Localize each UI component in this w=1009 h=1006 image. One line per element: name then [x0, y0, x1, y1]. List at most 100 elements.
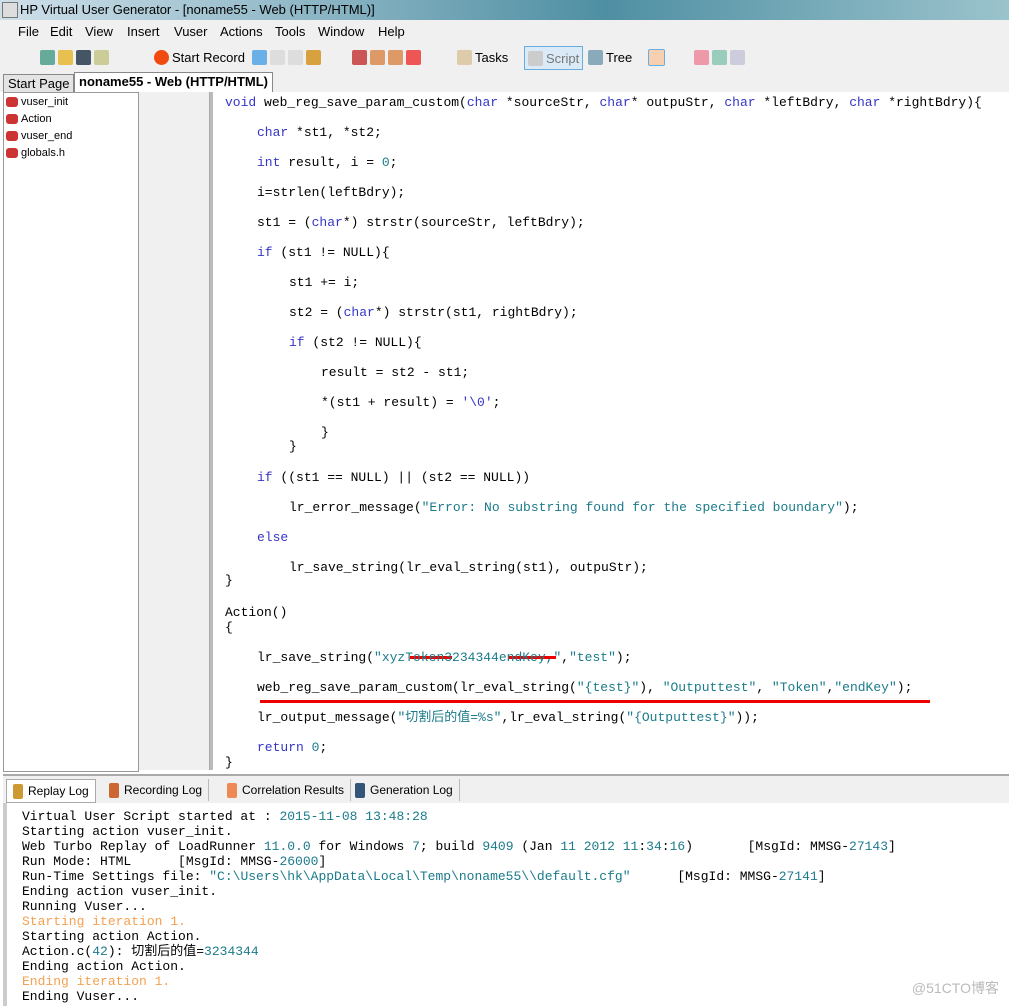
log-line: Ending iteration 1.: [22, 974, 170, 989]
menu-view[interactable]: View: [85, 24, 113, 39]
tab-recording-log[interactable]: Recording Log: [103, 779, 210, 801]
log-token: Run Mode: HTML [MsgId: MMSG-: [22, 854, 280, 869]
menu-insert[interactable]: Insert: [127, 24, 160, 39]
log-token: for Windows: [310, 839, 413, 854]
code-token: i=strlen(leftBdry);: [257, 185, 406, 200]
tree-label: Tree: [606, 49, 633, 65]
log-line: Run-Time Settings file: "C:\Users\hk\App…: [22, 869, 826, 884]
open-icon[interactable]: [58, 49, 73, 65]
output-window-icon[interactable]: [648, 48, 665, 66]
code-line: }: [321, 425, 329, 441]
code-token: char: [311, 215, 343, 230]
code-line: }: [225, 755, 233, 771]
menu-tools[interactable]: Tools: [275, 24, 305, 39]
code-token: "endKey": [834, 680, 897, 695]
log-token: ; build: [419, 839, 483, 854]
code-token: *sourceStr,: [498, 95, 600, 110]
log-token: ]: [888, 839, 896, 854]
tab-replay-log[interactable]: Replay Log: [6, 779, 96, 803]
code-token: if: [289, 335, 305, 350]
tree-item-Action[interactable]: Action: [4, 110, 138, 127]
menu-file[interactable]: File: [18, 24, 39, 39]
tab-start-page[interactable]: Start Page: [3, 74, 75, 92]
record-icon: [154, 49, 169, 65]
menu-bar: File Edit View Insert Vuser Actions Tools Windo…: [0, 20, 1009, 42]
tree-item-globals-h[interactable]: globals.h: [4, 144, 138, 161]
code-token: "xyzToken3234344endKey,": [374, 650, 562, 665]
log-line: Ending action vuser_init.: [22, 884, 217, 899]
code-line: {: [225, 620, 233, 636]
code-token: "{test}": [576, 680, 640, 695]
insert-step-icon[interactable]: [352, 49, 367, 65]
code-token: '\0': [461, 395, 493, 410]
start-transaction-icon[interactable]: [370, 49, 385, 65]
rendezvous-icon[interactable]: [406, 49, 421, 65]
play-icon[interactable]: [252, 49, 267, 65]
log-token: :: [638, 839, 647, 854]
code-token: char: [599, 95, 631, 110]
code-token: ),: [639, 680, 663, 695]
code-line: return 0;: [257, 740, 327, 756]
code-token: char: [724, 95, 756, 110]
code-token: Action(): [225, 605, 288, 620]
menu-edit[interactable]: Edit: [50, 24, 72, 39]
new-script-icon[interactable]: [40, 49, 55, 65]
code-token: );: [615, 650, 632, 665]
code-line: else: [257, 530, 288, 546]
tasks-button[interactable]: Tasks: [457, 48, 508, 66]
script-label: Script: [546, 50, 580, 66]
stop-icon[interactable]: [270, 49, 285, 65]
code-token: else: [257, 530, 289, 545]
code-token: *) strstr(sourceStr, leftBdry);: [342, 215, 585, 230]
title-bar: HP Virtual User Generator - [noname55 - …: [0, 0, 1009, 20]
code-token: ,: [756, 680, 772, 695]
save-icon[interactable]: [76, 49, 91, 65]
log-token: 34: [646, 839, 662, 854]
code-line: if (st1 != NULL){: [257, 245, 390, 261]
code-token: }: [225, 573, 233, 588]
tab-generation-log[interactable]: Generation Log: [349, 779, 460, 801]
toolbar: Start Record Tasks Script Tree: [0, 42, 1009, 73]
output-tabs: Replay Log Recording Log Correlation Resul…: [3, 774, 1009, 805]
log-token: Web Turbo Replay of LoadRunner: [22, 839, 264, 854]
code-token: *st1, *st2;: [288, 125, 382, 140]
code-line: lr_output_message("切割后的值=%s",lr_eval_str…: [257, 710, 759, 726]
start-record-button[interactable]: Start Record: [154, 48, 245, 66]
log-line: Starting iteration 1.: [22, 914, 186, 929]
log-line: Ending Vuser...: [22, 989, 139, 1004]
menu-vuser[interactable]: Vuser: [174, 24, 207, 39]
tree-view-button[interactable]: Tree: [588, 48, 632, 66]
parameter-icon[interactable]: [712, 49, 727, 65]
code-token: if: [257, 470, 273, 485]
code-line: *(st1 + result) = '\0';: [321, 395, 500, 411]
code-token: "test": [569, 650, 616, 665]
code-line: lr_error_message("Error: No substring fo…: [289, 500, 859, 516]
code-editor[interactable]: void web_reg_save_param_custom(char *sou…: [210, 92, 1009, 770]
code-line: if (st2 != NULL){: [289, 335, 422, 351]
tab-noname55[interactable]: noname55 - Web (HTTP/HTML): [74, 72, 273, 92]
log-token: Ending iteration 1.: [22, 974, 171, 989]
log-tab-icon: [227, 782, 237, 798]
splitter[interactable]: [139, 92, 210, 770]
tree-item-label: vuser_init: [21, 95, 69, 108]
code-token: ;: [319, 740, 328, 755]
code-token: lr_save_string(: [257, 650, 375, 665]
menu-window[interactable]: Window: [318, 24, 364, 39]
log-token: 26000: [279, 854, 319, 869]
find-icon[interactable]: [94, 49, 109, 65]
menu-actions[interactable]: Actions: [220, 24, 263, 39]
end-transaction-icon[interactable]: [388, 49, 403, 65]
copy-icon[interactable]: [730, 49, 745, 65]
pause-icon[interactable]: [288, 49, 303, 65]
log-token: 11.0.0: [263, 839, 311, 854]
tree-item-vuser-init[interactable]: vuser_init: [4, 93, 138, 110]
script-view-button[interactable]: Script: [524, 46, 584, 70]
tree-item-vuser-end[interactable]: vuser_end: [4, 127, 138, 144]
action-icon: [6, 147, 18, 158]
menu-help[interactable]: Help: [378, 24, 405, 39]
compare-icon[interactable]: [694, 49, 709, 65]
step-icon[interactable]: [306, 49, 321, 65]
tab-correlation-results[interactable]: Correlation Results: [221, 779, 352, 801]
code-token: ((st1 == NULL) || (st2 == NULL)): [272, 470, 531, 485]
code-token: "Token": [771, 680, 827, 695]
